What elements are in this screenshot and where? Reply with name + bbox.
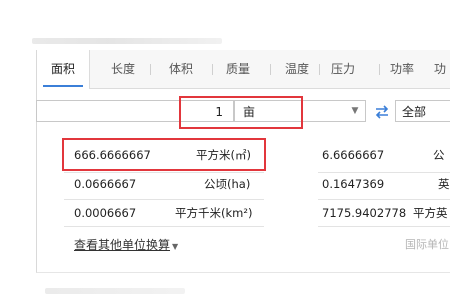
- divider: [318, 199, 450, 200]
- divider: [318, 172, 450, 173]
- highlight-box-input: [179, 96, 303, 129]
- divider: [64, 172, 264, 173]
- category-select[interactable]: 全部: [395, 100, 450, 122]
- swap-icon[interactable]: [374, 104, 390, 119]
- blurred-footer-text: [45, 288, 185, 294]
- divider: [318, 226, 450, 227]
- result-unit-2: 英: [438, 177, 450, 191]
- result-value: 0.0006667: [74, 206, 137, 220]
- highlight-box-result: [62, 138, 266, 171]
- category-tabs: 面积 长度 体积 质量 温度 压力 功率 功: [37, 50, 450, 89]
- divider: [64, 226, 264, 227]
- tab-area[interactable]: 面积: [37, 50, 90, 89]
- result-value-2: 6.6666667: [322, 148, 385, 162]
- result-unit: 公顷(ha): [204, 177, 251, 191]
- tab-work[interactable]: 功: [423, 50, 450, 88]
- tab-pressure[interactable]: 压力: [317, 50, 369, 88]
- result-unit: 平方千米(km²): [175, 206, 253, 220]
- blurred-header-text: [32, 38, 222, 44]
- result-value-2: 7175.9402778: [322, 206, 407, 220]
- tab-mass[interactable]: 质量: [212, 50, 264, 88]
- tab-divider: [150, 64, 151, 75]
- tab-power[interactable]: 功率: [380, 50, 424, 88]
- tab-volume[interactable]: 体积: [155, 50, 207, 88]
- result-value-2: 0.1647369: [322, 177, 385, 191]
- tab-length[interactable]: 长度: [97, 50, 149, 88]
- more-units-link[interactable]: 查看其他单位换算 ▼: [74, 236, 178, 253]
- result-value: 0.0666667: [74, 177, 137, 191]
- tab-temperature[interactable]: 温度: [271, 50, 323, 88]
- chevron-down-icon[interactable]: ▼: [345, 101, 365, 121]
- result-unit-2: 公: [433, 148, 445, 162]
- divider: [64, 199, 264, 200]
- caret-down-icon: ▼: [172, 242, 179, 251]
- result-unit-2: 平方英: [413, 206, 448, 220]
- footer-si-label: 国际单位: [405, 238, 449, 251]
